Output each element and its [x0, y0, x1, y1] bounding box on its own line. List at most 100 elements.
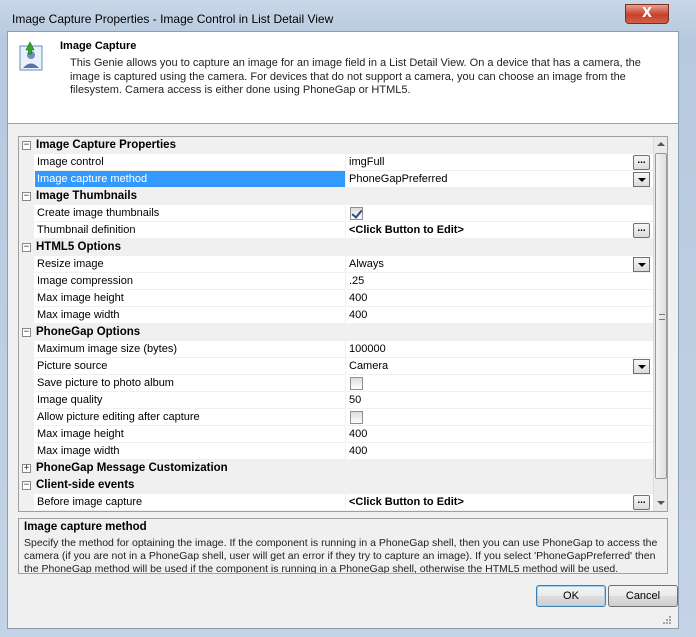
property-value[interactable]: PhoneGapPreferred — [347, 171, 653, 188]
cancel-button[interactable]: Cancel — [608, 585, 678, 607]
dialog-client: Image Capture This Genie allows you to c… — [7, 31, 679, 629]
dropdown-arrow-icon[interactable] — [633, 172, 650, 187]
property-value[interactable]: Always — [347, 256, 653, 273]
description-panel: Image capture method Specify the method … — [18, 518, 668, 574]
scroll-up-icon[interactable] — [657, 142, 665, 146]
category-phonegap-message-customization[interactable]: + PhoneGap Message Customization — [19, 460, 653, 477]
property-row-allow-picture-editing[interactable]: Allow picture editing after capture — [19, 409, 653, 426]
row-gutter — [19, 443, 34, 460]
category-phonegap-options[interactable]: − PhoneGap Options — [19, 324, 653, 341]
image-capture-icon — [19, 41, 43, 71]
row-gutter — [19, 341, 34, 358]
property-name: Create image thumbnails — [35, 205, 346, 222]
category-html5-options[interactable]: − HTML5 Options — [19, 239, 653, 256]
property-name: Thumbnail definition — [35, 222, 346, 239]
property-row-maximum-image-size[interactable]: Maximum image size (bytes) 100000 — [19, 341, 653, 358]
window-title: Image Capture Properties - Image Control… — [12, 12, 334, 26]
ellipsis-button[interactable]: ... — [633, 223, 650, 238]
ellipsis-button[interactable]: ... — [633, 495, 650, 510]
ellipsis-button[interactable]: ... — [633, 155, 650, 170]
description-title: Image capture method — [24, 521, 147, 533]
property-value — [347, 205, 653, 222]
property-value — [347, 375, 653, 392]
property-row-image-control[interactable]: Image control imgFull ... — [19, 154, 653, 171]
checkbox[interactable] — [350, 411, 363, 424]
property-grid[interactable]: − Image Capture Properties Image control… — [18, 136, 668, 512]
collapse-icon[interactable]: − — [22, 192, 31, 201]
property-value[interactable]: 400 — [347, 290, 653, 307]
property-value[interactable]: 100000 — [347, 341, 653, 358]
property-row-before-image-capture[interactable]: Before image capture <Click Button to Ed… — [19, 494, 653, 511]
category-label: HTML5 Options — [36, 241, 121, 253]
property-value[interactable]: .25 — [347, 273, 653, 290]
property-row-image-capture-method[interactable]: Image capture method PhoneGapPreferred — [19, 171, 653, 188]
property-name: Max image width — [35, 307, 346, 324]
dropdown-arrow-icon[interactable] — [633, 359, 650, 374]
row-gutter — [19, 290, 34, 307]
description-text: Specify the method for optaining the ima… — [24, 537, 658, 574]
property-name: Image control — [35, 154, 346, 171]
dropdown-arrow-icon[interactable] — [633, 257, 650, 272]
property-name: Image capture method — [35, 171, 346, 188]
scrollbar-thumb[interactable] — [655, 153, 667, 479]
property-row-create-image-thumbnails[interactable]: Create image thumbnails — [19, 205, 653, 222]
expand-icon[interactable]: + — [22, 464, 31, 473]
genie-header: Image Capture This Genie allows you to c… — [8, 32, 678, 124]
property-row-pg-max-image-width[interactable]: Max image width 400 — [19, 443, 653, 460]
row-gutter — [19, 426, 34, 443]
checkbox[interactable] — [350, 377, 363, 390]
ok-button[interactable]: OK — [536, 585, 606, 607]
dialog-window: Image Capture Properties - Image Control… — [0, 0, 696, 637]
category-label: Image Thumbnails — [36, 190, 137, 202]
row-gutter — [19, 154, 34, 171]
property-value[interactable]: 400 — [347, 426, 653, 443]
category-image-thumbnails[interactable]: − Image Thumbnails — [19, 188, 653, 205]
property-name: Maximum image size (bytes) — [35, 341, 346, 358]
property-row-resize-image[interactable]: Resize image Always — [19, 256, 653, 273]
property-value[interactable]: 50 — [347, 392, 653, 409]
property-value[interactable]: Camera — [347, 358, 653, 375]
property-value[interactable]: 400 — [347, 307, 653, 324]
property-name: Max image height — [35, 290, 346, 307]
property-name: Image quality — [35, 392, 346, 409]
genie-description: This Genie allows you to capture an imag… — [70, 57, 641, 96]
collapse-icon[interactable]: − — [22, 481, 31, 490]
resize-grip-icon[interactable] — [660, 615, 672, 627]
collapse-icon[interactable]: − — [22, 328, 31, 337]
property-row-thumbnail-definition[interactable]: Thumbnail definition <Click Button to Ed… — [19, 222, 653, 239]
property-row-max-image-height[interactable]: Max image height 400 — [19, 290, 653, 307]
property-name: Before image capture — [35, 494, 346, 511]
row-gutter — [19, 358, 34, 375]
collapse-icon[interactable]: − — [22, 243, 31, 252]
row-gutter — [19, 375, 34, 392]
property-row-pg-max-image-height[interactable]: Max image height 400 — [19, 426, 653, 443]
category-client-side-events[interactable]: − Client-side events — [19, 477, 653, 494]
property-row-image-quality[interactable]: Image quality 50 — [19, 392, 653, 409]
property-row-picture-source[interactable]: Picture source Camera — [19, 358, 653, 375]
row-gutter — [19, 205, 34, 222]
property-name: Max image width — [35, 443, 346, 460]
property-name: Picture source — [35, 358, 346, 375]
row-gutter — [19, 256, 34, 273]
property-value[interactable]: <Click Button to Edit> — [347, 222, 653, 239]
property-value[interactable]: <Click Button to Edit> — [347, 494, 653, 511]
property-value[interactable]: imgFull — [347, 154, 653, 171]
row-gutter — [19, 494, 34, 511]
property-name: Resize image — [35, 256, 346, 273]
checkbox[interactable] — [350, 207, 363, 220]
scroll-down-icon[interactable] — [657, 501, 665, 505]
close-button[interactable]: X — [625, 4, 669, 24]
vertical-scrollbar[interactable] — [653, 137, 667, 511]
collapse-icon[interactable]: − — [22, 141, 31, 150]
property-value[interactable]: 400 — [347, 443, 653, 460]
property-row-image-compression[interactable]: Image compression .25 — [19, 273, 653, 290]
property-value — [347, 409, 653, 426]
property-row-max-image-width[interactable]: Max image width 400 — [19, 307, 653, 324]
property-row-save-picture-to-album[interactable]: Save picture to photo album — [19, 375, 653, 392]
category-image-capture-properties[interactable]: − Image Capture Properties — [19, 137, 653, 154]
property-name: Save picture to photo album — [35, 375, 346, 392]
row-gutter — [19, 409, 34, 426]
row-gutter — [19, 171, 34, 188]
grip-icon — [659, 314, 665, 320]
category-label: Image Capture Properties — [36, 139, 176, 151]
